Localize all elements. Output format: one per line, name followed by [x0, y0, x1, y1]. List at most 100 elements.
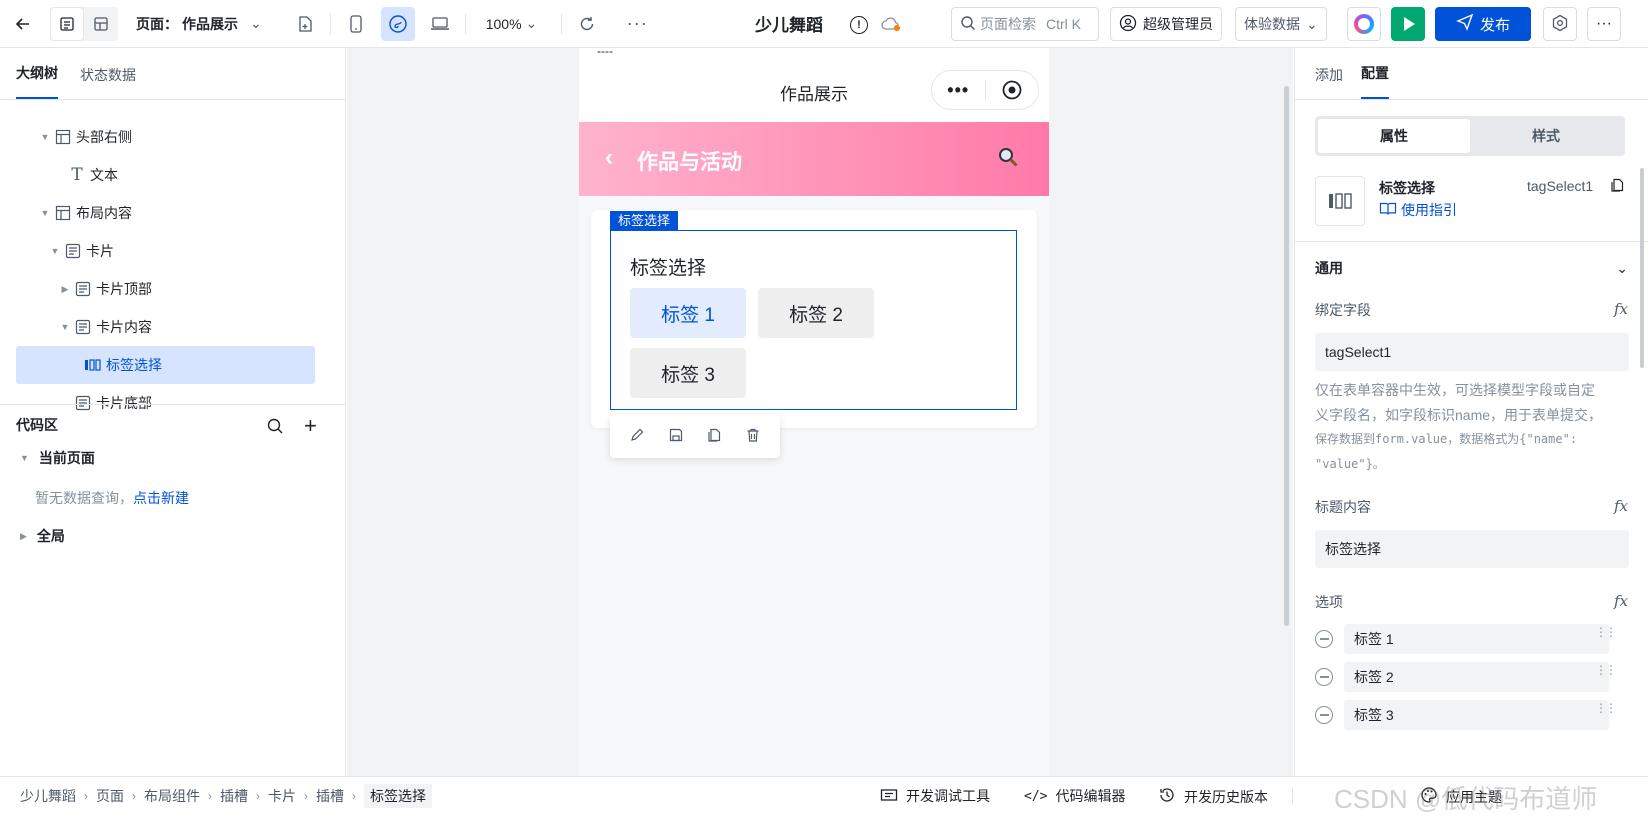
tab-add[interactable]: 添加: [1315, 65, 1343, 99]
tree-node-header-right[interactable]: ▼ 头部右侧: [16, 118, 315, 156]
tree-node-layout-content[interactable]: ▼ 布局内容: [16, 194, 315, 232]
data-mode-select[interactable]: 体验数据 ⌄: [1235, 7, 1327, 41]
breadcrumb-item[interactable]: 插槽: [316, 786, 344, 806]
history-button[interactable]: 开发历史版本: [1158, 786, 1268, 807]
debug-tools-label: 开发调试工具: [906, 788, 990, 804]
close-circle-icon[interactable]: [985, 80, 1038, 100]
tree-node-card-content[interactable]: ▼ 卡片内容: [16, 308, 315, 346]
option-input[interactable]: 标签 3: [1344, 700, 1609, 730]
page-selector[interactable]: 页面： 作品展示 ⌄: [136, 14, 262, 34]
tab-state-data[interactable]: 状态数据: [80, 65, 136, 99]
caret-right-icon[interactable]: ▶: [58, 284, 72, 295]
global-section[interactable]: ▶ 全局: [20, 526, 65, 546]
refresh-icon[interactable]: [570, 7, 604, 41]
segment-styles[interactable]: 样式: [1470, 119, 1622, 153]
caret-down-icon[interactable]: ▼: [38, 132, 52, 142]
code-area-title: 代码区: [16, 417, 58, 433]
canvas-scrollbar[interactable]: [1284, 86, 1289, 626]
desktop-device-icon[interactable]: [423, 7, 457, 41]
data-mode-label: 体验数据: [1244, 16, 1300, 32]
info-icon[interactable]: !: [850, 16, 868, 34]
left-panel: 大纲树 状态数据 ▼ 头部右侧 T 文本 ▼ 布局内容 ▼ 卡片 ▶ 卡片顶部 …: [0, 48, 346, 776]
settings-button[interactable]: [1543, 7, 1577, 41]
save-icon[interactable]: [668, 427, 684, 446]
create-query-link[interactable]: 点击新建: [133, 490, 189, 506]
remove-circle-icon[interactable]: [1315, 706, 1333, 724]
cloud-sync-icon[interactable]: [880, 15, 902, 36]
plus-icon[interactable]: +: [304, 413, 317, 439]
ai-assistant-button[interactable]: [1347, 7, 1381, 41]
segment-properties[interactable]: 属性: [1318, 119, 1470, 153]
phone-preview: ---- 作品展示 ••• ‹ 作品与活动 标签选择 标签选择 标签 1 标签 …: [579, 44, 1049, 776]
edit-icon[interactable]: [629, 427, 645, 446]
more-menu-button[interactable]: ···: [1587, 7, 1621, 41]
tag-select-icon: [84, 356, 102, 374]
right-scrollbar[interactable]: [1640, 168, 1644, 368]
capsule-menu[interactable]: •••: [931, 70, 1039, 110]
tag-chip-1[interactable]: 标签 1: [630, 288, 746, 338]
back-icon[interactable]: [6, 7, 40, 41]
fx-icon[interactable]: fx: [1614, 592, 1628, 612]
delete-icon[interactable]: [745, 427, 761, 446]
tab-config[interactable]: 配置: [1361, 63, 1389, 99]
mobile-device-icon[interactable]: [339, 7, 373, 41]
section-general[interactable]: 通用 ⌄: [1315, 256, 1628, 280]
tag-chip-2[interactable]: 标签 2: [758, 288, 874, 338]
design-canvas[interactable]: ---- 作品展示 ••• ‹ 作品与活动 标签选择 标签选择 标签 1 标签 …: [347, 44, 1293, 776]
fx-icon[interactable]: fx: [1614, 300, 1628, 320]
user-icon: [1119, 14, 1137, 35]
tree-node-text[interactable]: T 文本: [16, 156, 315, 194]
preview-button[interactable]: [1391, 7, 1425, 41]
code-editor-button[interactable]: </> 代码编辑器: [1024, 786, 1125, 806]
tag-select-icon: [1315, 176, 1365, 226]
tag-chip-3[interactable]: 标签 3: [630, 348, 746, 398]
copy-id-icon[interactable]: [1609, 177, 1625, 196]
publish-button[interactable]: 发布: [1435, 7, 1531, 41]
breadcrumb-item-current[interactable]: 标签选择: [364, 783, 432, 808]
miniprogram-device-icon[interactable]: [380, 6, 415, 41]
tree-node-card[interactable]: ▼ 卡片: [16, 232, 315, 270]
title-content-input[interactable]: 标签选择: [1315, 530, 1629, 568]
search-icon[interactable]: [266, 417, 284, 438]
option-input[interactable]: 标签 1: [1344, 624, 1609, 654]
bind-field-input[interactable]: tagSelect1: [1315, 333, 1629, 371]
breadcrumb-item[interactable]: 插槽: [220, 786, 248, 806]
tree-node-card-top[interactable]: ▶ 卡片顶部: [16, 270, 315, 308]
copy-icon[interactable]: [706, 427, 722, 446]
page-list-icon[interactable]: [50, 6, 84, 41]
tab-outline-tree[interactable]: 大纲树: [16, 63, 58, 99]
drag-handle-icon[interactable]: ⋮⋮: [1595, 664, 1617, 676]
drag-handle-icon[interactable]: ⋮⋮: [1595, 626, 1617, 638]
remove-circle-icon[interactable]: [1315, 668, 1333, 686]
tree-node-tag-select[interactable]: 标签选择: [16, 346, 315, 384]
caret-down-icon[interactable]: ▼: [48, 246, 62, 256]
page-search-input[interactable]: 页面检索 Ctrl K: [951, 7, 1099, 41]
breadcrumb-item[interactable]: 页面: [96, 786, 124, 806]
help-line: "value"}。: [1315, 456, 1385, 471]
remove-circle-icon[interactable]: [1315, 630, 1333, 648]
caret-down-icon[interactable]: ▼: [58, 322, 72, 332]
options-row: 选项 fx: [1315, 592, 1628, 612]
layout-grid-icon[interactable]: [84, 7, 118, 41]
more-icon[interactable]: ···: [620, 7, 654, 41]
add-page-icon[interactable]: [288, 7, 322, 41]
selected-component-frame[interactable]: 标签选择 标签选择 标签 1 标签 2 标签 3: [610, 211, 1017, 410]
debug-tools-button[interactable]: 开发调试工具: [880, 786, 990, 806]
guide-link[interactable]: 使用指引: [1379, 200, 1457, 220]
more-dots-icon[interactable]: •••: [932, 80, 985, 101]
breadcrumb-item[interactable]: 卡片: [268, 786, 296, 806]
current-page-section[interactable]: ▼ 当前页面: [20, 448, 95, 468]
breadcrumb-item[interactable]: 少儿舞蹈: [20, 786, 76, 806]
option-input[interactable]: 标签 2: [1344, 662, 1609, 692]
breadcrumb-item[interactable]: 布局组件: [144, 786, 200, 806]
title-content-label: 标题内容: [1315, 499, 1371, 515]
back-arrow-icon[interactable]: ‹: [605, 144, 613, 172]
segment-control: 属性 样式: [1315, 116, 1625, 156]
zoom-select[interactable]: 100% ⌄: [486, 15, 538, 32]
option-value: 标签 3: [1354, 707, 1394, 723]
search-icon[interactable]: [997, 146, 1019, 171]
fx-icon[interactable]: fx: [1614, 497, 1628, 517]
caret-down-icon[interactable]: ▼: [38, 208, 52, 218]
drag-handle-icon[interactable]: ⋮⋮: [1595, 702, 1617, 714]
user-role-button[interactable]: 超级管理员: [1110, 7, 1222, 41]
